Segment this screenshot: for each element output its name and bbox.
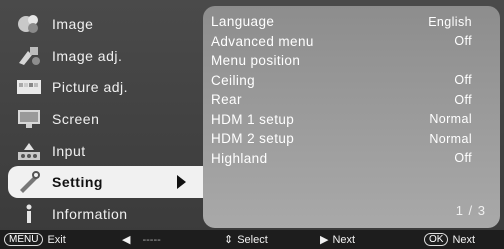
setting-icon bbox=[16, 171, 42, 194]
setting-label: HDM 2 setup bbox=[211, 131, 295, 147]
right-arrow-icon: ▶ bbox=[320, 234, 329, 246]
back-hint: ◀ ----- bbox=[122, 233, 161, 247]
exit-hint: MENU Exit bbox=[4, 233, 66, 246]
setting-value: Off bbox=[454, 92, 472, 107]
menu-item-label: Input bbox=[52, 142, 86, 159]
back-dashes: ----- bbox=[142, 233, 161, 246]
setting-label: Advanced menu bbox=[211, 33, 314, 49]
main-menu: Image Image adj. Picture adj. Screen Inp… bbox=[8, 8, 204, 230]
ok-next-label: Next bbox=[452, 233, 476, 246]
setting-row-ceiling[interactable]: Ceiling Off bbox=[211, 71, 490, 91]
setting-label: Menu position bbox=[211, 53, 301, 69]
menu-key-icon: MENU bbox=[4, 233, 44, 246]
menu-item-label: Picture adj. bbox=[52, 79, 129, 96]
menu-item-label: Image bbox=[52, 15, 94, 32]
projector-menu: Image Image adj. Picture adj. Screen Inp… bbox=[0, 0, 504, 249]
image-adj-icon bbox=[16, 45, 42, 67]
setting-value: English bbox=[428, 14, 472, 29]
input-icon bbox=[16, 140, 42, 162]
menu-item-picture-adj[interactable]: Picture adj. bbox=[8, 71, 198, 103]
image-icon bbox=[16, 13, 42, 35]
setting-label: Language bbox=[211, 14, 275, 30]
next-label: Next bbox=[332, 233, 356, 246]
screen-icon bbox=[16, 108, 42, 130]
help-bar: MENU Exit ◀ ----- ⇕ Select ▶ Next OK Nex… bbox=[0, 230, 504, 249]
setting-value: Off bbox=[454, 151, 472, 166]
setting-value: Normal bbox=[429, 131, 472, 146]
menu-item-screen[interactable]: Screen bbox=[8, 103, 198, 135]
ok-key-icon: OK bbox=[424, 233, 449, 246]
setting-label: Highland bbox=[211, 150, 268, 166]
next-hint: ▶ Next bbox=[320, 233, 356, 247]
picture-adj-icon bbox=[16, 76, 42, 98]
select-label: Select bbox=[237, 233, 268, 246]
menu-item-input[interactable]: Input bbox=[8, 135, 198, 167]
setting-submenu: Language English Advanced menu Off Menu … bbox=[203, 6, 500, 228]
information-icon bbox=[16, 203, 42, 225]
ok-next-hint: OK Next bbox=[424, 233, 475, 246]
setting-value: Normal bbox=[429, 112, 472, 127]
submenu-arrow-icon bbox=[177, 175, 186, 190]
setting-row-rear[interactable]: Rear Off bbox=[211, 90, 490, 110]
select-hint: ⇕ Select bbox=[224, 233, 268, 247]
setting-value: Off bbox=[454, 34, 472, 49]
setting-row-menu-position[interactable]: Menu position bbox=[211, 51, 490, 71]
setting-label: HDM 1 setup bbox=[211, 111, 295, 127]
exit-label: Exit bbox=[47, 233, 66, 246]
setting-row-hdm1-setup[interactable]: HDM 1 setup Normal bbox=[211, 110, 490, 130]
menu-item-label: Image adj. bbox=[52, 47, 123, 64]
menu-item-image-adj[interactable]: Image adj. bbox=[8, 40, 198, 72]
page-indicator: 1 / 3 bbox=[455, 203, 486, 218]
setting-row-language[interactable]: Language English bbox=[211, 12, 490, 32]
menu-item-image[interactable]: Image bbox=[8, 8, 198, 40]
left-arrow-icon: ◀ bbox=[122, 234, 131, 246]
setting-row-highland[interactable]: Highland Off bbox=[211, 149, 490, 169]
up-down-arrow-icon: ⇕ bbox=[224, 234, 234, 246]
menu-item-information[interactable]: Information bbox=[8, 198, 198, 230]
menu-item-label: Screen bbox=[52, 110, 100, 127]
setting-label: Ceiling bbox=[211, 72, 256, 88]
setting-label: Rear bbox=[211, 92, 242, 108]
setting-value: Off bbox=[454, 73, 472, 88]
setting-row-advanced-menu[interactable]: Advanced menu Off bbox=[211, 32, 490, 52]
menu-item-label: Setting bbox=[52, 174, 103, 191]
setting-row-hdm2-setup[interactable]: HDM 2 setup Normal bbox=[211, 129, 490, 149]
menu-item-label: Information bbox=[52, 205, 128, 222]
menu-item-setting[interactable]: Setting bbox=[8, 166, 204, 199]
